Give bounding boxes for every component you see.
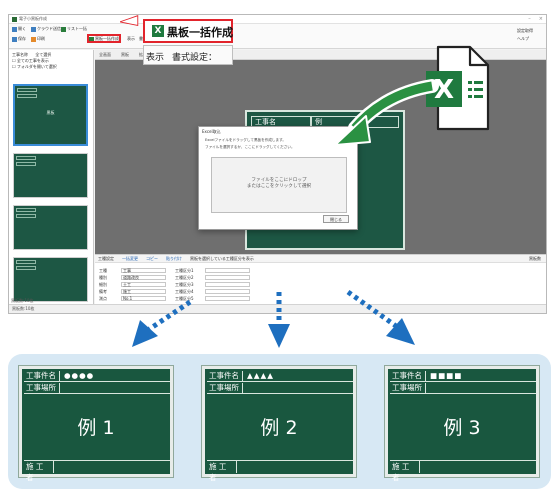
excel-icon: X	[152, 25, 164, 37]
property-field[interactable]	[205, 289, 250, 294]
cloud-icon	[31, 26, 36, 32]
property-fields-left: 工種 工事 種別 道路改良 細別 土工 備考 施工 測点 No.1	[99, 267, 166, 302]
dialog-text-1: Excelファイルをドラッグして黒板を作成します。	[205, 138, 286, 142]
left-pane-header: 工事名称 全て選択 ☐ 全ての工事を表示 ☐ フォルダを開いて選択	[9, 50, 93, 72]
thumbnail-item[interactable]	[13, 205, 88, 250]
property-row: 工種区分3	[175, 281, 250, 288]
property-row: 工種区分2	[175, 274, 250, 281]
thumbnail-item[interactable]	[13, 257, 88, 302]
close-icon[interactable]: ×	[539, 16, 543, 22]
example-board-2: 工事件名 ▲▲▲▲ 工事場所 例 2 施 工 者	[202, 366, 356, 482]
help-button[interactable]: ヘルプ	[517, 36, 529, 42]
property-tabs: 工種設定 一括変更 コピー 貼り付け 黒板を選択している工種区分を表示	[95, 255, 546, 263]
tab-paste[interactable]: 貼り付け	[166, 256, 182, 262]
dialog-close-button[interactable]: 閉じる	[323, 215, 349, 223]
tab-kind-settings[interactable]: 工種設定	[98, 256, 114, 262]
file-drop-zone[interactable]: ファイルをここにドロップ またはここをクリックして選択	[211, 157, 347, 213]
property-fields-right: 工種区分1 工種区分2 工種区分3 工種区分4 工種区分5	[175, 267, 250, 302]
property-row: 工種区分4	[175, 288, 250, 295]
open-folder-checkbox[interactable]: ☐ フォルダを開いて選択	[12, 64, 90, 70]
excel-badge-letter: X	[434, 75, 454, 105]
property-row: 工種 工事	[99, 267, 166, 274]
property-field[interactable]	[205, 268, 250, 273]
board-count-label: 黒板数	[529, 256, 541, 261]
tab-batch-change[interactable]: 一括変更	[122, 256, 138, 262]
property-field[interactable]: 土工	[121, 282, 166, 287]
example-label: 例 2	[260, 417, 298, 439]
thumbnail-item[interactable]	[13, 153, 88, 198]
print-icon	[31, 36, 36, 42]
property-panel: 工種設定 一括変更 コピー 貼り付け 黒板を選択している工種区分を表示 黒板数 …	[95, 254, 546, 306]
property-row: 備考 施工	[99, 288, 166, 295]
open-button[interactable]: 開く	[12, 26, 26, 32]
status-bar: 黒板数:10枚	[9, 304, 546, 313]
list-batch-button[interactable]: リスト一括	[61, 26, 87, 32]
project-label: 工事名称	[12, 52, 28, 57]
property-row: 工種区分1	[175, 267, 250, 274]
property-row: 細別 土工	[99, 281, 166, 288]
minimize-icon[interactable]: –	[528, 16, 531, 22]
cloud-send-button[interactable]: クラウド送信	[31, 26, 61, 32]
property-field[interactable]: 工事	[121, 268, 166, 273]
examples-panel: 工事件名 ●●●● 工事場所 例 1 施 工 者 工事件名 ▲▲▲▲ 工事場所 例 …	[8, 354, 551, 489]
excel-import-dialog: Excel取込 Excelファイルをドラッグして黒板を作成します。 ファイルを選…	[198, 126, 358, 230]
batch-create-callout[interactable]: X 黒板一括作成	[143, 19, 233, 43]
dialog-title: Excel取込	[202, 129, 221, 134]
highlight-frame	[87, 34, 121, 43]
save-button[interactable]: 保存	[12, 36, 26, 42]
property-field[interactable]: 施工	[121, 289, 166, 294]
excel-file-icon: X	[426, 45, 490, 131]
show-kind-checkbox[interactable]: 黒板を選択している工種区分を表示	[190, 256, 254, 262]
dialog-text-2: ファイルを選択するか、ここにドラッグしてください。	[205, 145, 295, 149]
settings-button[interactable]: 設定取得	[517, 28, 533, 34]
callout-title: 黒板一括作成	[167, 26, 233, 39]
left-pane: 工事名称 全て選択 ☐ 全ての工事を表示 ☐ フォルダを開いて選択 黒板 黒板数…	[9, 50, 94, 306]
print-button[interactable]: 印刷	[31, 36, 45, 42]
folder-icon	[12, 26, 17, 32]
save-icon	[12, 36, 17, 42]
property-row: 種別 道路改良	[99, 274, 166, 281]
thumbnail-list: 黒板	[13, 84, 88, 309]
thumbnail-item-selected[interactable]: 黒板	[13, 84, 88, 146]
property-field[interactable]: No.1	[121, 296, 166, 301]
example-label: 例 1	[77, 417, 115, 439]
callout-subbar: 表示 書式設定：	[143, 45, 233, 65]
property-field[interactable]	[205, 275, 250, 280]
list-icon	[61, 26, 66, 32]
board-button[interactable]: 黒板	[121, 52, 129, 58]
tab-copy[interactable]: コピー	[146, 256, 158, 262]
example-board-1: 工事件名 ●●●● 工事場所 例 1 施 工 者	[19, 366, 173, 482]
select-all-link[interactable]: 全て選択	[35, 52, 51, 57]
example-label: 例 3	[443, 417, 481, 439]
format-tab-label[interactable]: 書式設定：	[172, 50, 217, 63]
property-field[interactable]	[205, 282, 250, 287]
window-controls: – ×	[528, 16, 543, 22]
property-row: 測点 No.1	[99, 295, 166, 302]
window-title: 電子小黒板作成	[19, 16, 47, 21]
property-row: 工種区分5	[175, 295, 250, 302]
example-board-3: 工事件名 ■■■■ 工事場所 例 3 施 工 者	[385, 366, 539, 482]
view-tab-label[interactable]: 表示	[146, 50, 164, 63]
app-logo-icon	[12, 16, 17, 22]
title-bar: 電子小黒板作成 – ×	[9, 15, 546, 24]
property-field[interactable]	[205, 296, 250, 301]
fullscreen-button[interactable]: 全画面	[99, 52, 111, 58]
property-field[interactable]: 道路改良	[121, 275, 166, 280]
